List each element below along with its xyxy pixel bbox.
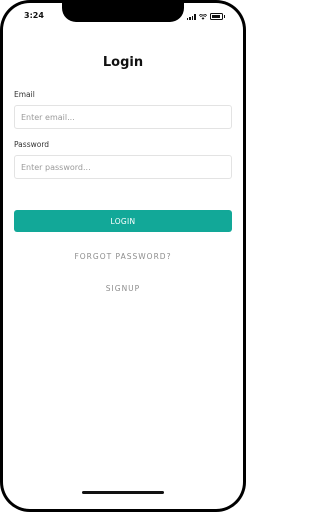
wifi-icon bbox=[199, 14, 207, 20]
email-input[interactable] bbox=[14, 105, 232, 129]
status-time: 3:24 bbox=[24, 11, 44, 20]
signup-link[interactable]: SIGNUP bbox=[3, 284, 243, 293]
phone-frame: 3:24 Login Email Password LOGIN FORGOT P… bbox=[0, 0, 246, 512]
password-input[interactable] bbox=[14, 155, 232, 179]
forgot-password-link[interactable]: FORGOT PASSWORD? bbox=[3, 252, 243, 261]
app-screen: 3:24 Login Email Password LOGIN FORGOT P… bbox=[3, 3, 243, 509]
battery-icon bbox=[210, 13, 223, 20]
password-label: Password bbox=[14, 140, 50, 149]
login-button[interactable]: LOGIN bbox=[14, 210, 232, 232]
page-title: Login bbox=[102, 55, 144, 70]
device-notch bbox=[62, 3, 184, 22]
status-icons bbox=[186, 12, 225, 20]
battery-cap bbox=[224, 15, 225, 18]
email-label: Email bbox=[14, 90, 35, 99]
signal-icon bbox=[186, 14, 196, 20]
home-indicator bbox=[82, 491, 164, 494]
